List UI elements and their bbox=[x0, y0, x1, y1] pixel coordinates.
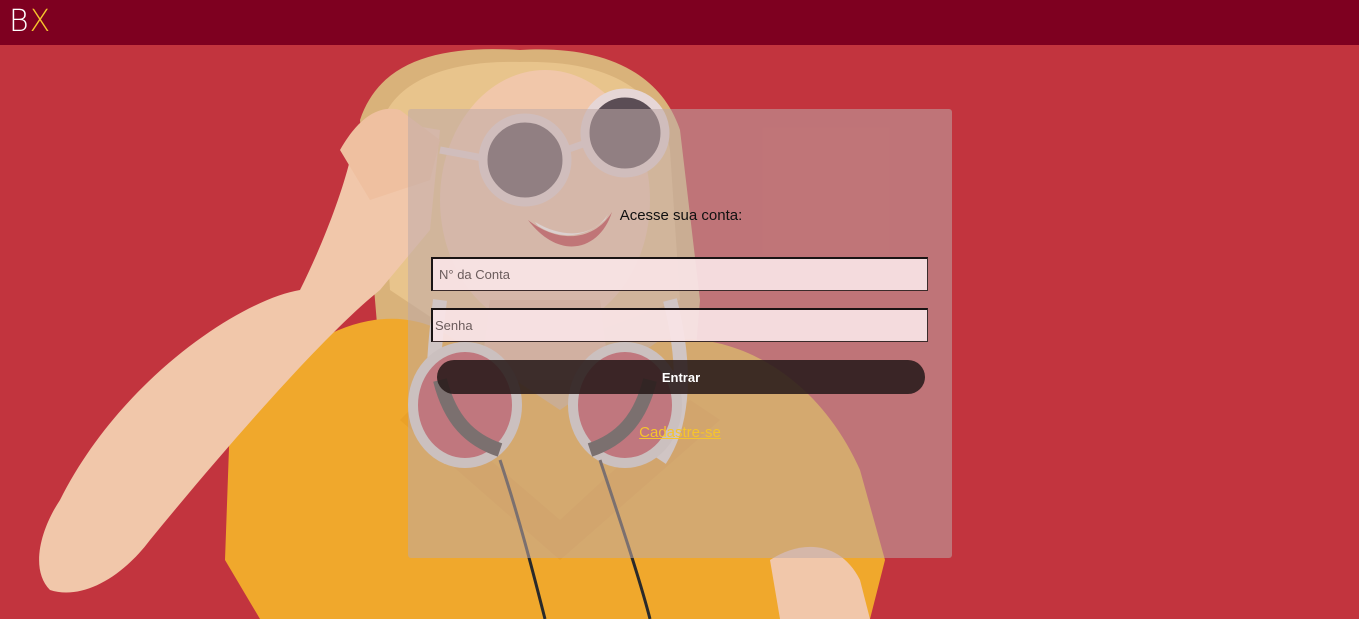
top-bar: BX bbox=[0, 0, 1359, 45]
login-card: Acesse sua conta: Entrar Cadastre-se bbox=[408, 109, 952, 558]
logo-letter-x: X bbox=[29, 4, 52, 39]
logo-letter-b: B bbox=[9, 4, 30, 39]
login-title: Acesse sua conta: bbox=[619, 207, 743, 224]
login-button[interactable]: Entrar bbox=[437, 360, 925, 394]
bx-logo[interactable]: BX bbox=[9, 4, 51, 40]
signup-link[interactable]: Cadastre-se bbox=[408, 424, 952, 441]
account-number-input[interactable] bbox=[431, 257, 928, 291]
password-input[interactable] bbox=[431, 308, 928, 342]
